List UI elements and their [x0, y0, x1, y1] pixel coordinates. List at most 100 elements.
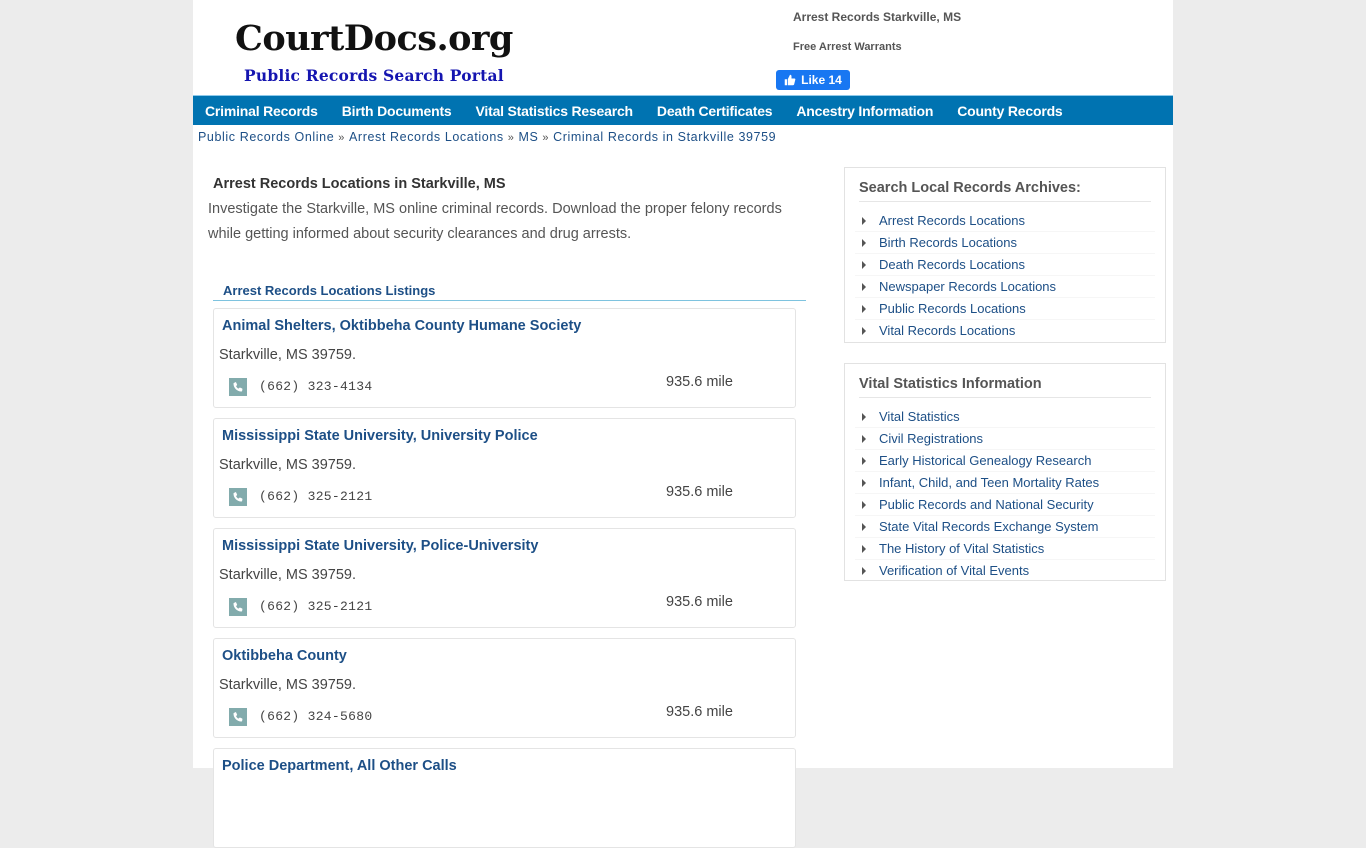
nav-county-records[interactable]: County Records: [957, 103, 1063, 119]
breadcrumb-separator: »: [338, 132, 345, 144]
thumbs-up-icon: [784, 74, 796, 86]
phone-icon: [229, 598, 247, 616]
sidebar-link-civil-registrations[interactable]: Civil Registrations: [879, 431, 983, 446]
site-header: CourtDocs.org Public Records Search Port…: [193, 0, 1173, 95]
nav-vital-statistics-research[interactable]: Vital Statistics Research: [476, 103, 634, 119]
listing-address: Starkville, MS 39759.: [219, 347, 357, 363]
sidebar-link-vital-statistics[interactable]: Vital Statistics: [879, 409, 960, 424]
listings-heading: Arrest Records Locations Listings: [213, 283, 806, 301]
sidebar-item: Vital Records Locations: [855, 320, 1155, 341]
caret-right-icon: [862, 260, 866, 269]
header-link-free-warrants[interactable]: Free Arrest Warrants: [793, 41, 902, 53]
sidebar-link-genealogy-research[interactable]: Early Historical Genealogy Research: [879, 453, 1091, 468]
listing-name-link[interactable]: Mississippi State University, Police-Uni…: [222, 538, 538, 554]
sidebar-vital-statistics-box: Vital Statistics Information Vital Stati…: [844, 363, 1166, 581]
sidebar-local-records-box: Search Local Records Archives: Arrest Re…: [844, 167, 1166, 343]
sidebar-link-history-vital-statistics[interactable]: The History of Vital Statistics: [879, 541, 1044, 556]
listing-phone[interactable]: (662) 324-5680: [259, 709, 372, 724]
sidebar-box-title: Search Local Records Archives:: [859, 180, 1151, 202]
caret-right-icon: [862, 544, 866, 553]
phone-icon: [229, 488, 247, 506]
caret-right-icon: [862, 412, 866, 421]
caret-right-icon: [862, 216, 866, 225]
sidebar-link-arrest-records[interactable]: Arrest Records Locations: [879, 213, 1025, 228]
sidebar-item: Newspaper Records Locations: [855, 276, 1155, 298]
page-container: CourtDocs.org Public Records Search Port…: [193, 0, 1173, 848]
caret-right-icon: [862, 326, 866, 335]
sidebar-link-national-security[interactable]: Public Records and National Security: [879, 497, 1094, 512]
sidebar-item: Vital Statistics: [855, 406, 1155, 428]
nav-ancestry-information[interactable]: Ancestry Information: [796, 103, 933, 119]
sidebar-link-verification-vital-events[interactable]: Verification of Vital Events: [879, 563, 1029, 578]
sidebar-link-newspaper-records[interactable]: Newspaper Records Locations: [879, 279, 1056, 294]
listing-name-link[interactable]: Mississippi State University, University…: [222, 428, 538, 444]
breadcrumb-current-page[interactable]: Criminal Records in Starkville 39759: [553, 130, 776, 144]
site-tagline: Public Records Search Portal: [244, 66, 504, 85]
caret-right-icon: [862, 500, 866, 509]
phone-icon: [229, 708, 247, 726]
sidebar-item: Death Records Locations: [855, 254, 1155, 276]
listing-card: Police Department, All Other Calls: [213, 748, 796, 848]
sidebar-item: Infant, Child, and Teen Mortality Rates: [855, 472, 1155, 494]
sidebar-link-birth-records[interactable]: Birth Records Locations: [879, 235, 1017, 250]
breadcrumb-arrest-records-locations[interactable]: Arrest Records Locations: [349, 130, 504, 144]
caret-right-icon: [862, 566, 866, 575]
sidebar-link-public-records[interactable]: Public Records Locations: [879, 301, 1026, 316]
nav-death-certificates[interactable]: Death Certificates: [657, 103, 773, 119]
main-nav: Criminal Records Birth Documents Vital S…: [193, 95, 1173, 125]
sidebar-link-mortality-rates[interactable]: Infant, Child, and Teen Mortality Rates: [879, 475, 1099, 490]
listing-phone[interactable]: (662) 323-4134: [259, 379, 372, 394]
sidebar-box-title: Vital Statistics Information: [859, 376, 1151, 398]
sidebar-link-records-exchange[interactable]: State Vital Records Exchange System: [879, 519, 1098, 534]
listing-distance: 935.6 mile: [666, 374, 733, 390]
phone-icon: [229, 378, 247, 396]
listing-card: Oktibbeha County Starkville, MS 39759. (…: [213, 638, 796, 738]
listing-name-link[interactable]: Animal Shelters, Oktibbeha County Humane…: [222, 318, 581, 334]
sidebar-link-list: Arrest Records Locations Birth Records L…: [845, 210, 1165, 347]
breadcrumb-ms[interactable]: MS: [518, 130, 538, 144]
sidebar-item: Arrest Records Locations: [855, 210, 1155, 232]
sidebar-item: Early Historical Genealogy Research: [855, 450, 1155, 472]
sidebar-link-list: Vital Statistics Civil Registrations Ear…: [845, 406, 1165, 587]
sidebar-item: Birth Records Locations: [855, 232, 1155, 254]
sidebar-item: State Vital Records Exchange System: [855, 516, 1155, 538]
nav-birth-documents[interactable]: Birth Documents: [342, 103, 452, 119]
listing-name-link[interactable]: Police Department, All Other Calls: [222, 758, 457, 774]
listing-distance: 935.6 mile: [666, 704, 733, 720]
listing-phone[interactable]: (662) 325-2121: [259, 599, 372, 614]
caret-right-icon: [862, 478, 866, 487]
site-logo[interactable]: CourtDocs.org: [235, 18, 513, 59]
breadcrumb-separator: »: [507, 132, 515, 144]
nav-criminal-records[interactable]: Criminal Records: [205, 103, 318, 119]
listing-phone[interactable]: (662) 325-2121: [259, 489, 372, 504]
listing-distance: 935.6 mile: [666, 594, 733, 610]
listing-distance: 935.6 mile: [666, 484, 733, 500]
intro-text: Investigate the Starkville, MS online cr…: [208, 201, 782, 242]
caret-right-icon: [862, 304, 866, 313]
facebook-like-button[interactable]: Like 14: [776, 70, 850, 90]
caret-right-icon: [862, 434, 866, 443]
breadcrumb-separator: »: [542, 132, 550, 144]
breadcrumb-public-records-online[interactable]: Public Records Online: [198, 130, 334, 144]
sidebar-item: Civil Registrations: [855, 428, 1155, 450]
listing-address: Starkville, MS 39759.: [219, 567, 357, 583]
breadcrumb: Public Records Online» Arrest Records Loc…: [198, 130, 776, 144]
sidebar-item: Public Records Locations: [855, 298, 1155, 320]
listing-card: Mississippi State University, Police-Uni…: [213, 528, 796, 628]
caret-right-icon: [862, 456, 866, 465]
sidebar-link-death-records[interactable]: Death Records Locations: [879, 257, 1025, 272]
listing-name-link[interactable]: Oktibbeha County: [222, 648, 347, 664]
caret-right-icon: [862, 282, 866, 291]
facebook-like-label: Like 14: [801, 73, 842, 87]
header-link-arrest-records[interactable]: Arrest Records Starkville, MS: [793, 10, 961, 24]
caret-right-icon: [862, 238, 866, 247]
listing-address: Starkville, MS 39759.: [219, 457, 357, 473]
page-title: Arrest Records Locations in Starkville, …: [213, 176, 506, 192]
sidebar-item: Public Records and National Security: [855, 494, 1155, 516]
sidebar-item: Verification of Vital Events: [855, 560, 1155, 581]
listing-address: Starkville, MS 39759.: [219, 677, 357, 693]
sidebar-link-vital-records[interactable]: Vital Records Locations: [879, 323, 1015, 338]
listing-card: Animal Shelters, Oktibbeha County Humane…: [213, 308, 796, 408]
sidebar-item: The History of Vital Statistics: [855, 538, 1155, 560]
listing-card: Mississippi State University, University…: [213, 418, 796, 518]
